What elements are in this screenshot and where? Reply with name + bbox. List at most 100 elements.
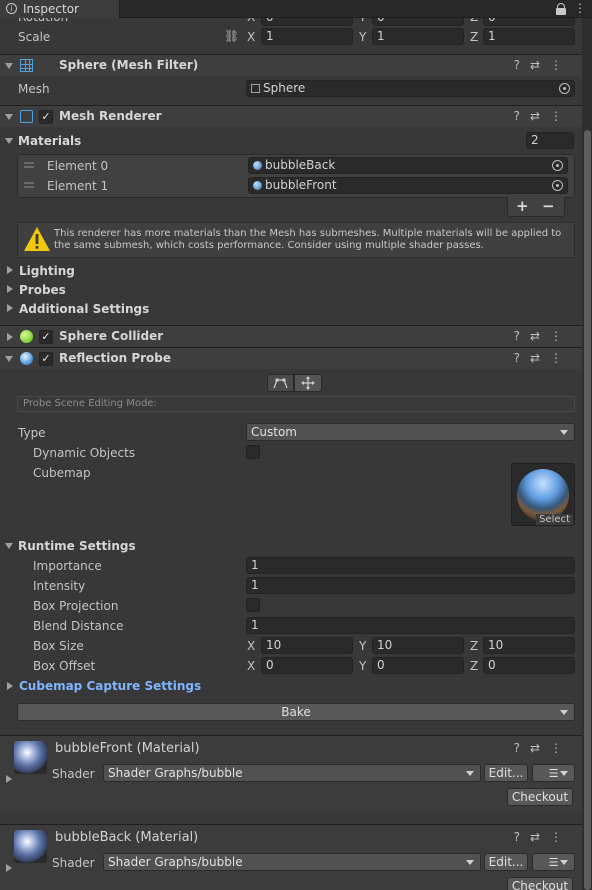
checkout-button[interactable]: Checkout xyxy=(507,877,573,890)
tab-menu-icon[interactable]: ⋮ xyxy=(574,1,586,15)
cubemap-capture-foldout-icon[interactable] xyxy=(7,682,13,690)
help-icon[interactable]: ? xyxy=(514,58,530,72)
material-object-field[interactable]: bubbleFront xyxy=(248,177,568,194)
shader-options-dropdown[interactable]: ☰ xyxy=(532,853,575,871)
warning-icon xyxy=(24,227,50,251)
bake-button[interactable]: Bake xyxy=(17,703,575,721)
checkout-button[interactable]: Checkout xyxy=(507,788,573,806)
additional-foldout-icon[interactable] xyxy=(7,304,13,312)
presets-icon[interactable]: ⇄ xyxy=(530,58,550,72)
foldout-arrow-icon[interactable] xyxy=(6,864,12,872)
shader-dropdown[interactable]: Shader Graphs/bubble xyxy=(103,764,481,782)
box-size-label: Box Size xyxy=(33,639,84,653)
sphere-collider-enabled-checkbox[interactable]: ✓ xyxy=(39,330,53,344)
material-header-bubbleback: bubbleBack (Material) ?⇄⋮ Shader Shader … xyxy=(0,825,582,890)
help-icon[interactable]: ? xyxy=(514,109,530,123)
list-item[interactable]: Element 0 bubbleBack xyxy=(18,156,574,176)
probes-foldout-icon[interactable] xyxy=(7,285,13,293)
shader-options-dropdown[interactable]: ☰ xyxy=(532,764,575,782)
box-offset-y-field[interactable]: 0 xyxy=(372,657,464,674)
lighting-foldout-icon[interactable] xyxy=(7,266,13,274)
scale-x-field[interactable]: 1 xyxy=(261,28,353,45)
object-picker-icon[interactable] xyxy=(559,83,570,94)
edit-bounds-button[interactable] xyxy=(267,374,294,392)
component-actions[interactable]: ?⇄⋮ xyxy=(514,109,572,123)
box-size-x-field[interactable]: 10 xyxy=(261,637,353,654)
object-picker-icon[interactable] xyxy=(552,180,563,191)
component-actions[interactable]: ?⇄⋮ xyxy=(514,329,572,343)
reflection-probe-enabled-checkbox[interactable]: ✓ xyxy=(39,352,53,366)
help-icon[interactable]: ? xyxy=(514,830,530,844)
component-actions[interactable]: ?⇄⋮ xyxy=(514,351,572,365)
component-actions[interactable]: ?⇄⋮ xyxy=(514,830,572,844)
dynamic-objects-checkbox[interactable] xyxy=(246,445,260,459)
remove-element-button[interactable]: − xyxy=(542,197,555,215)
foldout-arrow-icon[interactable] xyxy=(5,114,13,120)
presets-icon[interactable]: ⇄ xyxy=(530,830,550,844)
foldout-arrow-icon[interactable] xyxy=(7,333,13,341)
cubemap-select-button[interactable]: Select xyxy=(536,514,573,525)
intensity-field[interactable]: 1 xyxy=(246,577,575,594)
blend-distance-field[interactable]: 1 xyxy=(246,617,575,634)
materials-count-field[interactable]: 2 xyxy=(526,132,574,149)
help-icon[interactable]: ? xyxy=(514,351,530,365)
scale-label: Scale xyxy=(18,30,51,44)
box-projection-checkbox[interactable] xyxy=(246,598,260,612)
mesh-renderer-header[interactable]: ✓ Mesh Renderer ?⇄⋮ xyxy=(0,105,582,127)
help-icon[interactable]: ? xyxy=(514,329,530,343)
mesh-filter-header[interactable]: Sphere (Mesh Filter) ?⇄⋮ xyxy=(0,54,582,76)
tab-inspector[interactable]: i Inspector xyxy=(0,0,120,18)
unlink-scale-icon[interactable]: ⛓ xyxy=(224,29,239,43)
presets-icon[interactable]: ⇄ xyxy=(530,109,550,123)
drag-handle-icon[interactable] xyxy=(24,182,34,188)
reflection-probe-header[interactable]: ✓ Reflection Probe ?⇄⋮ xyxy=(0,347,582,369)
runtime-settings-label[interactable]: Runtime Settings xyxy=(18,539,136,553)
component-menu-icon[interactable]: ⋮ xyxy=(550,58,572,72)
presets-icon[interactable]: ⇄ xyxy=(530,351,550,365)
object-picker-icon[interactable] xyxy=(552,160,563,171)
box-offset-z-field[interactable]: 0 xyxy=(483,657,575,674)
importance-field[interactable]: 1 xyxy=(246,557,575,574)
cubemap-object-field[interactable]: Select xyxy=(511,463,575,526)
warning-text: This renderer has more materials than th… xyxy=(54,228,562,251)
presets-icon[interactable]: ⇄ xyxy=(530,329,550,343)
component-menu-icon[interactable]: ⋮ xyxy=(550,741,572,755)
materials-label[interactable]: Materials xyxy=(18,134,81,148)
edit-origin-button[interactable] xyxy=(294,374,322,392)
add-element-button[interactable]: + xyxy=(516,197,529,215)
foldout-arrow-icon[interactable] xyxy=(5,356,13,362)
material-object-field[interactable]: bubbleBack xyxy=(248,157,568,174)
component-menu-icon[interactable]: ⋮ xyxy=(550,830,572,844)
scrollbar-thumb[interactable] xyxy=(584,130,591,890)
component-menu-icon[interactable]: ⋮ xyxy=(550,329,572,343)
sphere-collider-header[interactable]: ✓ Sphere Collider ?⇄⋮ xyxy=(0,325,582,347)
probes-label[interactable]: Probes xyxy=(19,283,66,297)
scale-y-field[interactable]: 1 xyxy=(372,28,464,45)
additional-settings-label[interactable]: Additional Settings xyxy=(19,302,149,316)
tab-bar: i Inspector ⋮ xyxy=(0,0,592,18)
component-menu-icon[interactable]: ⋮ xyxy=(550,351,572,365)
box-offset-x-field[interactable]: 0 xyxy=(261,657,353,674)
mesh-object-field[interactable]: Sphere xyxy=(246,80,575,97)
drag-handle-icon[interactable] xyxy=(24,162,34,168)
type-dropdown[interactable]: Custom xyxy=(246,423,575,441)
component-menu-icon[interactable]: ⋮ xyxy=(550,109,572,123)
box-size-y-field[interactable]: 10 xyxy=(372,637,464,654)
scale-z-field[interactable]: 1 xyxy=(483,28,575,45)
component-actions[interactable]: ?⇄⋮ xyxy=(514,58,572,72)
materials-foldout-icon[interactable] xyxy=(5,138,13,144)
foldout-arrow-icon[interactable] xyxy=(5,63,13,69)
list-item[interactable]: Element 1 bubbleFront xyxy=(18,176,574,196)
presets-icon[interactable]: ⇄ xyxy=(530,741,550,755)
edit-shader-button[interactable]: Edit... xyxy=(484,764,528,782)
component-actions[interactable]: ?⇄⋮ xyxy=(514,741,572,755)
mesh-renderer-enabled-checkbox[interactable]: ✓ xyxy=(39,110,53,124)
help-icon[interactable]: ? xyxy=(514,741,530,755)
shader-dropdown[interactable]: Shader Graphs/bubble xyxy=(103,853,481,871)
edit-shader-button[interactable]: Edit... xyxy=(484,853,528,871)
runtime-foldout-icon[interactable] xyxy=(5,543,13,549)
cubemap-capture-settings-label[interactable]: Cubemap Capture Settings xyxy=(19,679,201,693)
box-size-z-field[interactable]: 10 xyxy=(483,637,575,654)
lighting-label[interactable]: Lighting xyxy=(19,264,75,278)
foldout-arrow-icon[interactable] xyxy=(6,775,12,783)
